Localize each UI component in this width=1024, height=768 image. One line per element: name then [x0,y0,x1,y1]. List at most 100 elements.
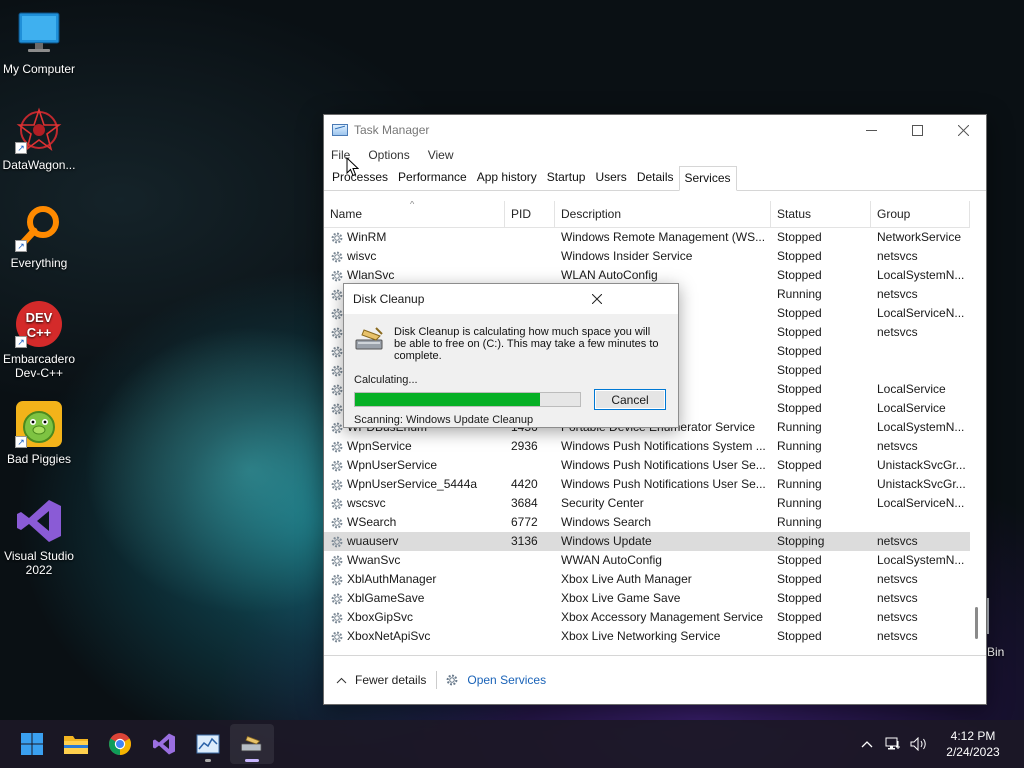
tab-startup[interactable]: Startup [542,166,591,190]
desktop-icon-everything[interactable]: ↗ Everything [0,204,79,270]
running-indicator [205,759,211,762]
cell-status: Stopped [777,344,822,358]
desktop-icon-visual-studio[interactable]: Visual Studio 2022 [0,497,79,577]
cell-name: WSearch [324,513,505,532]
open-services-link[interactable]: Open Services [445,673,546,687]
title-bar[interactable]: Task Manager [324,115,986,145]
service-name: XblGameSave [347,591,425,605]
clock[interactable]: 4:12 PM 2/24/2023 [932,728,1014,760]
cell-status: Stopped [777,401,822,415]
cell-group: netsvcs [877,629,918,643]
windows-logo-icon [21,733,43,755]
taskbar-task-manager[interactable] [186,724,230,764]
column-header-pid[interactable]: PID [505,201,555,228]
tab-performance[interactable]: Performance [393,166,472,190]
cell-pid: 6772 [511,515,538,529]
desktop-icon-devcpp[interactable]: DEV C++ ↗ Embarcadero Dev-C++ [0,300,79,380]
cell-group: netsvcs [877,534,918,548]
tab-users[interactable]: Users [590,166,631,190]
dialog-title-bar[interactable]: Disk Cleanup [344,284,678,314]
desktop-icon-label: Bin [987,645,1005,659]
taskbar-disk-cleanup[interactable] [230,724,274,764]
cell-status: Stopped [777,268,822,282]
desktop-icon-label: Everything [10,256,68,270]
tab-services[interactable]: Services [678,166,737,191]
vertical-scrollbar[interactable] [968,201,986,657]
cell-description: Windows Search [561,515,652,529]
column-header-name[interactable]: Name [324,201,505,228]
service-gear-icon [331,327,343,338]
maximize-button[interactable] [894,115,940,145]
taskbar-chrome[interactable] [98,724,142,764]
table-row[interactable]: WwanSvc WWAN AutoConfig Stopped LocalSystem… [324,551,970,570]
cell-name: XblGameSave [324,589,505,608]
service-name: WpnUserService_5444a [347,477,478,491]
scrollbar-thumb[interactable] [975,607,978,639]
service-gear-icon [331,555,343,566]
cell-group: LocalSystemN... [877,268,965,282]
table-row[interactable]: wuauserv 3136 Windows Update Stopping netsvc… [324,532,970,551]
task-manager-icon [332,124,348,136]
cell-group: netsvcs [877,287,918,301]
cell-name: wuauserv [324,532,505,551]
table-row[interactable]: XboxNetApiSvc Xbox Live Networking Servic… [324,627,970,646]
scanning-status: Scanning: Windows Update Cleanup [354,414,534,426]
service-gear-icon [331,498,343,509]
table-row[interactable]: wscsvc 3684 Security Center Running LocalSer… [324,494,970,513]
service-gear-icon [331,384,343,395]
table-row[interactable]: WpnUserService_5444a 4420 Windows Push Not… [324,475,970,494]
cell-group: LocalService [877,401,946,415]
fewer-details-button[interactable]: Fewer details [336,673,426,687]
taskbar-visual-studio[interactable] [142,724,186,764]
tab-app-history[interactable]: App history [472,166,542,190]
shortcut-arrow-icon: ↗ [15,436,27,448]
tab-processes[interactable]: Processes [327,166,393,190]
cell-group: UnistackSvcGr... [877,477,966,491]
desktop-icon-my-computer[interactable]: My Computer [0,10,79,76]
visual-studio-icon [15,497,63,545]
column-header-group[interactable]: Group [871,201,970,228]
cell-status: Stopped [777,629,822,643]
menu-view[interactable]: View [428,148,454,162]
table-row[interactable]: WpnService 2936 Windows Push Notifications… [324,437,970,456]
gear-icon [446,674,458,686]
table-row[interactable]: XblGameSave Xbox Live Game Save Stopped net… [324,589,970,608]
volume-icon[interactable] [906,737,932,751]
taskbar-file-explorer[interactable] [54,724,98,764]
service-gear-icon [331,441,343,452]
table-row[interactable]: wisvc Windows Insider Service Stopped netsv… [324,247,970,266]
sort-up-icon: ^ [410,201,415,209]
cell-group: LocalSystemN... [877,553,965,567]
cell-status: Stopped [777,382,822,396]
table-row[interactable]: WpnUserService Windows Push Notifications… [324,456,970,475]
magnifier-icon: ↗ [15,204,63,252]
service-gear-icon [331,517,343,528]
cell-description: Xbox Live Game Save [561,591,681,605]
dialog-close-button[interactable] [516,284,679,314]
cancel-button[interactable]: Cancel [594,389,666,410]
progress-fill [355,393,540,406]
service-gear-icon [331,346,343,357]
desktop-icon-bad-piggies[interactable]: ↗ Bad Piggies [0,400,79,466]
table-row[interactable]: WSearch 6772 Windows Search Running [324,513,970,532]
column-header-description[interactable]: Description [555,201,771,228]
chevron-up-icon[interactable] [854,740,880,748]
table-row[interactable]: XblAuthManager Xbox Live Auth Manager Stop… [324,570,970,589]
cell-group: netsvcs [877,325,918,339]
table-row[interactable]: WinRM Windows Remote Management (WS... Sto… [324,228,970,247]
tab-details[interactable]: Details [632,166,679,190]
column-header-status[interactable]: Status [771,201,871,228]
cell-name: WpnService [324,437,505,456]
network-icon[interactable] [880,737,906,751]
cell-group: LocalSystemN... [877,420,965,434]
menu-options[interactable]: Options [368,148,409,162]
desktop-icon-label: My Computer [2,62,76,76]
desktop-icon-datawagon[interactable]: ↗ DataWagon... [0,106,79,172]
cell-status: Stopped [777,306,822,320]
desktop-icon-label: DataWagon... [2,158,76,172]
minimize-button[interactable] [848,115,894,145]
start-button[interactable] [10,724,54,764]
table-row[interactable]: XboxGipSvc Xbox Accessory Management Serv… [324,608,970,627]
menu-bar: File Options View [324,145,986,165]
close-button[interactable] [940,115,986,145]
